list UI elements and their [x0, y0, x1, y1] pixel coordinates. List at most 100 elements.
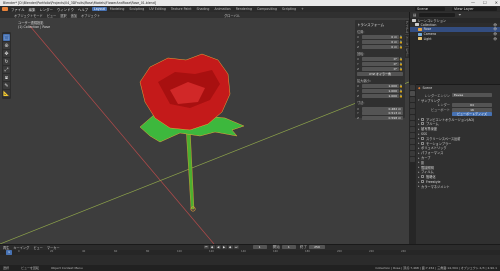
timeline-ruler[interactable] — [0, 250, 500, 255]
jump-end-icon[interactable]: ⏭ — [233, 245, 239, 249]
lock-icon[interactable]: 🔒 — [399, 89, 403, 93]
scale-tool-icon[interactable]: ⤢ — [3, 66, 10, 73]
visibility-icon[interactable]: 👁 — [493, 23, 497, 27]
select-box-tool-icon[interactable]: ⬚ — [3, 34, 10, 41]
checkbox[interactable] — [421, 136, 425, 140]
scale-x-field[interactable]: 1.000 — [362, 84, 399, 89]
transform-orientation[interactable]: グローバル — [224, 13, 240, 18]
view-menu[interactable]: ビュー — [47, 13, 57, 18]
annotate-tool-icon[interactable]: ✎ — [3, 82, 10, 89]
dimension-x-field[interactable]: 0.482 m — [362, 106, 403, 111]
lock-icon[interactable]: 🔒 — [399, 45, 403, 49]
minimize-button[interactable]: — — [471, 0, 475, 5]
visibility-icon[interactable]: 👁 — [493, 32, 497, 36]
tab-animation[interactable]: Animation — [212, 7, 232, 11]
constraints-tab-icon[interactable] — [410, 145, 415, 150]
tab-compositing[interactable]: Compositing — [255, 7, 279, 11]
lock-icon[interactable]: 🔒 — [399, 62, 403, 66]
particles-tab-icon[interactable] — [410, 133, 415, 138]
outliner-search-input[interactable] — [419, 13, 456, 17]
location-x-field[interactable]: 0 m — [362, 35, 399, 40]
tab-modeling[interactable]: Modeling — [108, 7, 127, 11]
rotate-tool-icon[interactable]: ↻ — [3, 58, 10, 65]
tab-sculpting[interactable]: Sculpting — [127, 7, 146, 11]
viewport-samples-field[interactable]: 16 — [452, 107, 492, 112]
mode-selector[interactable]: オブジェクトモード — [14, 13, 43, 18]
jump-start-icon[interactable]: ⏮ — [203, 245, 209, 249]
tool-tab-icon[interactable] — [410, 85, 415, 90]
playhead[interactable]: 1 — [6, 250, 12, 255]
dimension-z-field[interactable]: 0.598 m — [362, 116, 403, 121]
filter-icon[interactable]: ⏷ — [458, 13, 461, 17]
location-z-field[interactable]: 0 m — [362, 44, 399, 49]
outliner-row-light[interactable]: Light 👁 — [410, 36, 500, 41]
checkbox[interactable] — [421, 175, 425, 179]
menu-window[interactable]: ウィンドウ — [57, 7, 74, 12]
output-tab-icon[interactable] — [410, 97, 415, 102]
view-layer-selector[interactable]: View Layer — [452, 7, 497, 11]
lock-icon[interactable]: 🔒 — [399, 40, 403, 44]
measure-tool-icon[interactable]: 📐 — [3, 90, 10, 97]
scale-y-field[interactable]: 1.000 — [362, 89, 399, 94]
blender-logo-icon[interactable] — [2, 7, 8, 11]
current-frame-field[interactable]: 1 — [252, 245, 267, 249]
tab-uv-editing[interactable]: UV Editing — [147, 7, 168, 11]
tab-rendering[interactable]: Rendering — [234, 7, 254, 11]
dimension-y-field[interactable]: 0.513 m — [362, 111, 403, 116]
object-tab-icon[interactable] — [410, 121, 415, 126]
world-tab-icon[interactable] — [410, 115, 415, 120]
tab-scripting[interactable]: Scripting — [280, 7, 298, 11]
visibility-icon[interactable]: 👁 — [493, 27, 497, 31]
menu-render[interactable]: レンダー — [39, 7, 53, 12]
lock-icon[interactable]: 🔒 — [399, 57, 403, 61]
lock-icon[interactable]: 🔒 — [399, 67, 403, 71]
data-tab-icon[interactable] — [410, 151, 415, 156]
add-menu[interactable]: 追加 — [71, 13, 77, 18]
display-mode-icon[interactable]: ▤ — [413, 13, 416, 17]
menu-help[interactable]: ヘルプ — [78, 7, 88, 12]
material-tab-icon[interactable] — [410, 157, 415, 162]
tab-layout[interactable]: Layout — [92, 7, 107, 11]
rotation-x-field[interactable]: 0° — [362, 57, 399, 62]
move-tool-icon[interactable]: ✥ — [3, 50, 10, 57]
checkbox[interactable] — [421, 180, 425, 184]
lock-icon[interactable]: 🔒 — [399, 94, 403, 98]
physics-tab-icon[interactable] — [410, 139, 415, 144]
start-frame-field[interactable]: 1 — [281, 245, 296, 249]
render-samples-field[interactable]: 64 — [452, 102, 492, 107]
render-tab-icon[interactable] — [410, 91, 415, 96]
checkbox[interactable] — [421, 117, 425, 121]
checkbox[interactable] — [421, 141, 425, 145]
scene-selector[interactable]: Scene — [415, 7, 445, 11]
cursor-tool-icon[interactable]: ⊕ — [3, 42, 10, 49]
rotation-z-field[interactable]: 0° — [362, 67, 399, 72]
maximize-button[interactable]: ☐ — [483, 0, 487, 5]
next-key-icon[interactable]: ◆ — [227, 245, 233, 249]
close-button[interactable]: ✕ — [495, 0, 498, 5]
modifier-tab-icon[interactable] — [410, 127, 415, 132]
view-menu[interactable]: ビュー — [33, 245, 43, 250]
3d-viewport[interactable]: オブジェクトモード ビュー 選択 追加 オブジェクト グローバル ユーザー透視投… — [0, 12, 409, 244]
play-reverse-icon[interactable]: ◀ — [215, 245, 221, 249]
play-icon[interactable]: ▶ — [221, 245, 227, 249]
visibility-icon[interactable]: 👁 — [493, 37, 497, 41]
view-layer-tab-icon[interactable] — [410, 103, 415, 108]
scene-tab-icon[interactable] — [410, 109, 415, 114]
scale-z-field[interactable]: 1.000 — [362, 94, 399, 99]
transform-tool-icon[interactable]: ⧈ — [3, 74, 10, 81]
rotation-y-field[interactable]: 0° — [362, 62, 399, 67]
rotation-mode-select[interactable]: XYZ オイラー角 — [357, 72, 403, 77]
menu-file[interactable]: ファイル — [11, 7, 25, 12]
end-frame-field[interactable]: 250 — [309, 245, 325, 249]
section-color-management[interactable]: ▸ カラーマネジメント — [418, 184, 498, 189]
object-menu[interactable]: オブジェクト — [81, 13, 100, 18]
select-menu[interactable]: 選択 — [60, 13, 66, 18]
lock-icon[interactable]: 🔒 — [399, 35, 403, 39]
marker-menu[interactable]: マーカー — [47, 245, 60, 250]
location-y-field[interactable]: 0 m — [362, 40, 399, 45]
lock-icon[interactable]: 🔒 — [399, 84, 403, 88]
menu-edit[interactable]: 編集 — [29, 7, 36, 12]
viewport-canvas[interactable] — [0, 12, 409, 244]
checkbox[interactable] — [421, 122, 425, 126]
playback-menu[interactable]: 再生 — [3, 245, 9, 250]
